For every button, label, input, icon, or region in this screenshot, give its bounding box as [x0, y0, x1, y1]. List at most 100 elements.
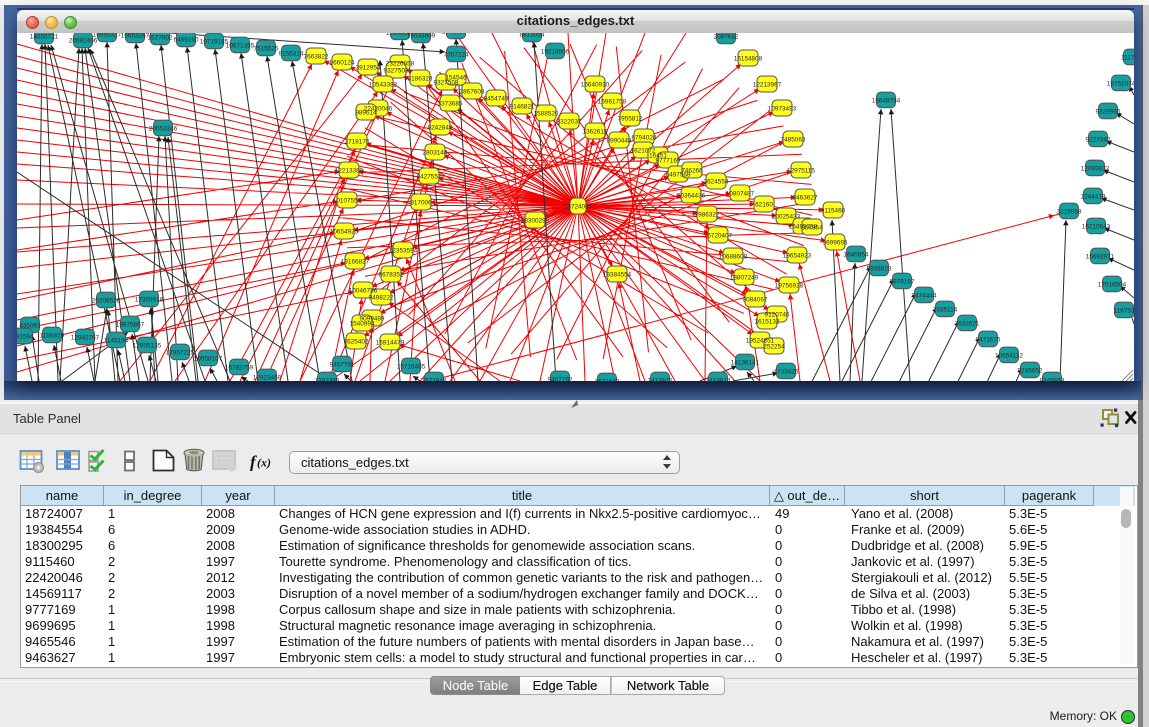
svg-text:10654112: 10654112	[995, 353, 1023, 360]
svg-text:8427552: 8427552	[417, 174, 442, 181]
svg-text:15720407: 15720407	[704, 233, 733, 240]
svg-text:19166827: 19166827	[341, 259, 370, 266]
svg-text:12975115: 12975115	[787, 168, 815, 175]
svg-text:9463627: 9463627	[793, 195, 818, 202]
svg-text:1540994: 1540994	[350, 321, 375, 328]
svg-text:7955812: 7955812	[618, 116, 643, 123]
svg-text:2087682: 2087682	[714, 34, 739, 41]
svg-text:10973493: 10973493	[768, 106, 797, 113]
svg-text:16648784: 16648784	[872, 98, 901, 105]
svg-text:9329966: 9329966	[1096, 109, 1121, 116]
svg-text:7485063: 7485063	[781, 137, 806, 144]
svg-text:9120746: 9120746	[765, 312, 790, 319]
svg-text:7357224: 7357224	[444, 52, 469, 59]
svg-text:19975867: 19975867	[116, 322, 145, 329]
svg-text:19218506: 19218506	[541, 49, 570, 56]
svg-text:2803144: 2803144	[423, 150, 448, 157]
svg-text:3912954: 3912954	[356, 65, 381, 72]
svg-text:9227342: 9227342	[1086, 137, 1111, 144]
svg-text:1733426: 1733426	[774, 369, 799, 376]
svg-text:12353594: 12353594	[389, 248, 418, 255]
svg-text:3373685: 3373685	[438, 101, 463, 108]
svg-text:14055721: 14055721	[30, 34, 59, 41]
svg-text:12923468: 12923468	[253, 375, 282, 381]
svg-text:917006: 917006	[410, 200, 432, 207]
svg-text:746266: 746266	[681, 168, 703, 175]
svg-text:7515526: 7515526	[254, 46, 279, 53]
svg-text:1615132: 1615132	[755, 319, 780, 326]
svg-text:9242848: 9242848	[428, 125, 453, 132]
svg-text:9115460: 9115460	[821, 208, 846, 215]
svg-text:1588520: 1588520	[534, 111, 559, 118]
svg-text:1413615: 1413615	[648, 378, 673, 381]
svg-text:15723304: 15723304	[442, 33, 471, 36]
svg-text:3215958: 3215958	[1057, 209, 1082, 216]
svg-text:8322037: 8322037	[557, 119, 582, 126]
svg-text:10046756: 10046756	[349, 288, 378, 295]
svg-text:1571649: 1571649	[595, 379, 620, 381]
svg-text:16914479: 16914479	[376, 340, 405, 347]
svg-text:1244419: 1244419	[1081, 194, 1106, 201]
svg-text:16210643: 16210643	[1082, 224, 1111, 231]
svg-text:12213967: 12213967	[753, 82, 782, 89]
svg-text:20364436: 20364436	[677, 193, 706, 200]
svg-text:391594: 391594	[17, 334, 34, 341]
svg-text:6879197: 6879197	[890, 279, 915, 286]
svg-text:20691406: 20691406	[69, 38, 98, 45]
svg-text:17957225: 17957225	[166, 350, 195, 357]
svg-text:7632621: 7632621	[955, 321, 980, 328]
svg-text:252254: 252254	[763, 344, 785, 351]
svg-text:7625402: 7625402	[344, 339, 369, 346]
svg-text:8990448: 8990448	[607, 138, 632, 145]
svg-text:18724007: 18724007	[564, 204, 593, 211]
svg-text:10653267: 10653267	[121, 33, 150, 40]
svg-text:17359918: 17359918	[135, 297, 164, 304]
svg-text:116753: 116753	[1114, 308, 1134, 315]
svg-text:12213389: 12213389	[335, 168, 364, 175]
svg-text:1571648: 1571648	[422, 378, 447, 381]
svg-text:16961758: 16961758	[598, 99, 627, 106]
svg-text:9327503: 9327503	[384, 68, 409, 75]
svg-text:10671355: 10671355	[226, 43, 255, 50]
svg-text:2718176: 2718176	[345, 139, 370, 146]
svg-text:2935114: 2935114	[933, 307, 958, 314]
svg-text:3624554: 3624554	[704, 179, 729, 186]
svg-text:2867608: 2867608	[460, 89, 485, 96]
svg-text:9155324: 9155324	[279, 51, 304, 58]
svg-text:15716485: 15716485	[397, 364, 426, 371]
svg-text:18807249: 18807249	[730, 275, 759, 282]
svg-text:16154808: 16154808	[734, 56, 763, 63]
svg-text:989614: 989614	[355, 110, 377, 117]
svg-text:62160: 62160	[755, 202, 773, 209]
svg-text:8186328: 8186328	[408, 76, 433, 83]
svg-text:6794028: 6794028	[632, 135, 657, 142]
svg-text:(x): (x)	[257, 456, 271, 470]
svg-text:9245653: 9245653	[1040, 378, 1065, 381]
svg-text:9457792: 9457792	[548, 377, 573, 381]
svg-text:1640954: 1640954	[844, 252, 869, 259]
svg-text:1527602: 1527602	[148, 35, 173, 42]
svg-text:10025433: 10025433	[772, 214, 801, 221]
svg-text:14136141: 14136141	[731, 360, 760, 367]
svg-text:16640910: 16640910	[581, 82, 610, 89]
svg-text:7986322: 7986322	[695, 212, 720, 219]
svg-text:1413614: 1413614	[706, 378, 731, 381]
svg-text:1156829: 1156829	[40, 333, 65, 340]
svg-text:10654925: 10654925	[330, 229, 359, 236]
svg-text:19654923: 19654923	[783, 253, 812, 260]
svg-text:9498222: 9498222	[369, 295, 394, 302]
svg-text:9457791: 9457791	[330, 362, 355, 369]
svg-text:23226058: 23226058	[386, 61, 415, 68]
svg-text:9777169: 9777169	[656, 158, 681, 165]
svg-text:20206528: 20206528	[92, 298, 121, 305]
svg-text:19751074: 19751074	[1107, 81, 1134, 88]
svg-text:8813054: 8813054	[520, 33, 545, 39]
svg-text:18300295: 18300295	[521, 218, 550, 225]
svg-text:6466160: 6466160	[174, 37, 199, 44]
svg-text:8454749: 8454749	[484, 96, 509, 103]
svg-text:1145194: 1145194	[104, 338, 129, 345]
svg-text:10107553: 10107553	[333, 198, 362, 205]
svg-text:154546: 154546	[445, 75, 467, 82]
svg-text:8471676: 8471676	[976, 337, 1001, 344]
svg-text:964954: 964954	[801, 225, 823, 232]
